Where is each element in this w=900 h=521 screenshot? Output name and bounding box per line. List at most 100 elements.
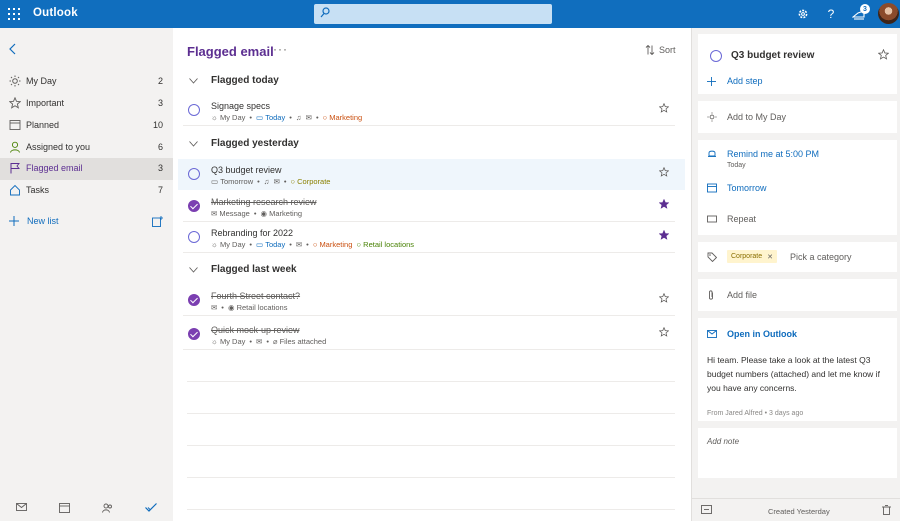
category-meta: ○ Marketing	[312, 240, 353, 249]
mail-icon[interactable]	[16, 503, 27, 511]
task-meta: ✉ • ◉ Retail locations	[211, 303, 288, 312]
search-input[interactable]	[314, 4, 552, 24]
source-label: Message	[219, 209, 250, 218]
task-row[interactable]: Marketing research review ✉ Message • ◉ …	[173, 191, 683, 222]
add-note-placeholder[interactable]: Add note	[707, 437, 739, 446]
app-launcher-icon[interactable]	[8, 8, 20, 20]
sidebar-item-tasks[interactable]: Tasks 7	[0, 180, 173, 202]
notification-badge: 3	[860, 4, 870, 14]
due-label: Today	[265, 240, 286, 249]
task-row[interactable]: Signage specs ☼ My Day • ▭ Today • ♫ ✉ •…	[173, 95, 683, 126]
task-row[interactable]: Fourth Street contact? ✉ • ◉ Retail loca…	[173, 285, 683, 316]
sidebar-item-label: Flagged email	[26, 163, 83, 173]
sort-button[interactable]: Sort	[645, 45, 676, 55]
star-filled-icon[interactable]	[659, 230, 669, 240]
add-to-my-day-button[interactable]: Add to My Day	[698, 111, 897, 123]
calendar-icon: ▭	[256, 113, 264, 122]
my-day-card[interactable]: Add to My Day	[698, 101, 897, 133]
calendar-app-icon[interactable]	[59, 503, 70, 513]
task-completed-checkbox[interactable]	[188, 294, 200, 306]
chip-label: Corporate	[731, 253, 763, 260]
new-list-button[interactable]: New list	[9, 216, 59, 226]
task-complete-checkbox[interactable]	[188, 231, 200, 243]
sidebar-item-label: Planned	[26, 120, 60, 130]
category-row[interactable]: Corporate ✕ Pick a category	[698, 250, 897, 263]
my-day-meta: ☼ My Day	[211, 240, 245, 249]
more-options-button[interactable]: ···	[273, 42, 288, 56]
new-group-icon[interactable]	[152, 216, 163, 227]
row-divider	[183, 315, 675, 316]
my-day-label: My Day	[219, 113, 246, 122]
message-meta: ✉ Message	[211, 209, 250, 218]
add-file-button[interactable]: Add file	[698, 289, 897, 301]
add-note-card[interactable]: Add note	[698, 428, 897, 478]
sidebar-item-assigned[interactable]: Assigned to you 6	[0, 137, 173, 159]
people-icon[interactable]	[102, 503, 113, 513]
task-title: Q3 budget review	[211, 165, 282, 175]
avatar[interactable]	[878, 3, 899, 24]
remove-chip-icon[interactable]: ✕	[767, 253, 773, 261]
file-card[interactable]: Add file	[698, 279, 897, 311]
pick-category-label[interactable]: Pick a category	[790, 252, 852, 262]
category-meta: ◉ Retail locations	[227, 303, 288, 312]
sidebar-item-label: Important	[26, 98, 65, 108]
task-row[interactable]: Quick mock-up review ☼ My Day • ✉ • ⌀ Fi…	[173, 319, 683, 350]
trash-icon[interactable]	[882, 505, 891, 515]
group-header-yesterday[interactable]: Flagged yesterday	[189, 138, 299, 149]
todo-check-icon[interactable]	[145, 503, 157, 512]
star-icon[interactable]	[659, 103, 669, 113]
paperclip-icon: ⌀	[272, 337, 278, 346]
group-header-last-week[interactable]: Flagged last week	[189, 264, 297, 275]
group-header-today[interactable]: Flagged today	[189, 75, 279, 86]
new-list-label: New list	[27, 216, 59, 226]
collapse-chevron-icon[interactable]	[9, 43, 17, 55]
star-filled-icon[interactable]	[659, 199, 669, 209]
sidebar-item-count: 10	[152, 120, 163, 130]
my-day-meta: ☼ My Day	[211, 113, 245, 122]
open-in-outlook-link[interactable]: Open in Outlook ›	[698, 328, 897, 340]
files-meta: ⌀ Files attached	[273, 337, 326, 346]
chevron-right-icon: ›	[792, 329, 795, 339]
hide-details-icon[interactable]	[701, 505, 712, 514]
star-icon[interactable]	[659, 327, 669, 337]
sidebar-item-important[interactable]: Important 3	[0, 93, 173, 115]
email-note-body: Hi team. Please take a look at the lates…	[707, 355, 880, 393]
task-row[interactable]: Rebranding for 2022 ☼ My Day • ▭ Today •…	[173, 222, 683, 253]
details-footer: Created Yesterday	[692, 498, 900, 521]
due-meta: ▭ Today	[256, 240, 285, 249]
add-step-button[interactable]: Add step	[698, 74, 897, 88]
sidebar-item-planned[interactable]: Planned 10	[0, 115, 173, 137]
star-icon[interactable]	[659, 293, 669, 303]
task-completed-checkbox[interactable]	[188, 200, 200, 212]
plus-icon	[707, 76, 716, 86]
star-icon[interactable]	[659, 167, 669, 177]
chevron-down-icon	[189, 77, 199, 84]
reminder-row[interactable]: Remind me at 5:00 PM	[698, 148, 897, 160]
sidebar-item-count: 2	[157, 76, 163, 86]
sidebar-item-my-day[interactable]: My Day 2	[0, 71, 173, 93]
app-name[interactable]: Outlook	[33, 7, 78, 19]
task-complete-checkbox[interactable]	[188, 104, 200, 116]
task-row-selected[interactable]: Q3 budget review ▭ Tomorrow • ♫ ✉ • ○ Co…	[173, 159, 685, 190]
due-date-row[interactable]: Tomorrow	[698, 182, 897, 194]
task-completed-checkbox[interactable]	[188, 328, 200, 340]
sort-arrows-icon	[645, 45, 655, 55]
sidebar-item-flagged-email[interactable]: Flagged email 3	[0, 158, 173, 180]
help-icon[interactable]: ?	[823, 6, 839, 22]
category-card[interactable]: Corporate ✕ Pick a category	[698, 242, 897, 272]
due-label: Tomorrow	[220, 177, 254, 186]
mail-icon: ✉	[211, 209, 218, 218]
settings-gear-icon[interactable]	[795, 6, 811, 22]
task-complete-checkbox[interactable]	[710, 50, 722, 62]
repeat-row[interactable]: Repeat	[698, 213, 897, 225]
task-meta: ✉ Message • ◉ Marketing	[211, 209, 303, 218]
task-title: Marketing research review	[211, 197, 317, 207]
detail-task-title[interactable]: Q3 budget review	[731, 50, 814, 61]
calendar-icon: ▭	[211, 177, 219, 186]
group-label: Flagged last week	[211, 264, 297, 275]
task-complete-checkbox[interactable]	[188, 168, 200, 180]
category-chip[interactable]: Corporate ✕	[727, 250, 778, 263]
plus-icon	[9, 216, 19, 226]
page-title: Flagged email	[187, 44, 274, 59]
star-icon[interactable]	[878, 49, 889, 60]
